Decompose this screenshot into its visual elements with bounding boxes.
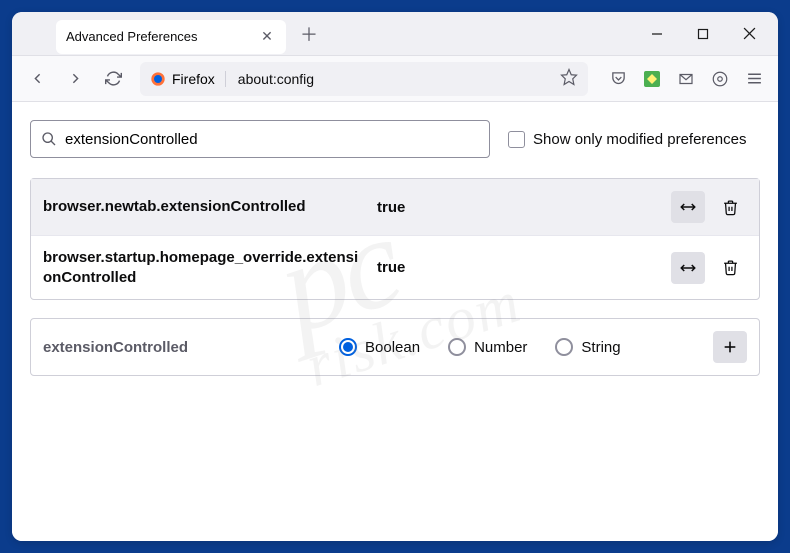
delete-button[interactable]: [713, 191, 747, 223]
add-pref-name: extensionControlled: [43, 339, 323, 356]
toggle-icon: [679, 259, 697, 277]
add-preference-row: extensionControlled Boolean Number Strin…: [30, 318, 760, 376]
browser-window: Advanced Preferences ✕ ＋: [12, 12, 778, 541]
toolbar-icons: [598, 63, 770, 95]
preference-row[interactable]: browser.newtab.extensionControlled true: [31, 179, 759, 235]
radio-icon: [339, 338, 357, 356]
tab-title: Advanced Preferences: [66, 29, 258, 44]
radio-label: Number: [474, 339, 527, 356]
search-icon: [41, 131, 57, 147]
radio-label: String: [581, 339, 620, 356]
reload-button[interactable]: [96, 62, 130, 96]
identity-label: Firefox: [172, 71, 215, 87]
trash-icon: [722, 199, 739, 216]
shield-icon[interactable]: [704, 63, 736, 95]
add-button[interactable]: [713, 331, 747, 363]
mail-icon[interactable]: [670, 63, 702, 95]
search-row: Show only modified preferences: [30, 120, 760, 158]
radio-number[interactable]: Number: [448, 338, 527, 356]
search-box[interactable]: [30, 120, 490, 158]
preference-row[interactable]: browser.startup.homepage_override.extens…: [31, 235, 759, 299]
delete-button[interactable]: [713, 252, 747, 284]
maximize-button[interactable]: [680, 12, 726, 56]
checkbox-label: Show only modified preferences: [533, 131, 746, 148]
firefox-icon: [150, 71, 166, 87]
extension-icon[interactable]: [636, 63, 668, 95]
show-modified-checkbox[interactable]: Show only modified preferences: [508, 131, 746, 148]
titlebar: Advanced Preferences ✕ ＋: [12, 12, 778, 56]
bookmark-star-icon[interactable]: [560, 68, 578, 89]
pref-actions: [671, 191, 747, 223]
pref-name: browser.newtab.extensionControlled: [43, 197, 365, 217]
pref-value: true: [377, 259, 659, 276]
search-input[interactable]: [65, 131, 479, 148]
radio-boolean[interactable]: Boolean: [339, 338, 420, 356]
page-content: Show only modified preferences browser.n…: [12, 102, 778, 541]
radio-string[interactable]: String: [555, 338, 620, 356]
url-bar[interactable]: Firefox about:config: [140, 62, 588, 96]
pref-name: browser.startup.homepage_override.extens…: [43, 248, 365, 287]
type-radio-group: Boolean Number String: [339, 338, 697, 356]
checkbox-icon: [508, 131, 525, 148]
url-address: about:config: [234, 71, 552, 87]
preference-list: browser.newtab.extensionControlled true …: [30, 178, 760, 300]
close-window-button[interactable]: [726, 12, 772, 56]
pocket-icon[interactable]: [602, 63, 634, 95]
toggle-button[interactable]: [671, 191, 705, 223]
radio-label: Boolean: [365, 339, 420, 356]
forward-button[interactable]: [58, 62, 92, 96]
identity-box[interactable]: Firefox: [150, 71, 226, 87]
nav-toolbar: Firefox about:config: [12, 56, 778, 102]
radio-icon: [448, 338, 466, 356]
toggle-icon: [679, 198, 697, 216]
trash-icon: [722, 259, 739, 276]
pref-actions: [671, 252, 747, 284]
menu-button[interactable]: [738, 63, 770, 95]
browser-tab[interactable]: Advanced Preferences ✕: [56, 20, 286, 54]
toggle-button[interactable]: [671, 252, 705, 284]
radio-icon: [555, 338, 573, 356]
back-button[interactable]: [20, 62, 54, 96]
pref-value: true: [377, 199, 659, 216]
close-tab-icon[interactable]: ✕: [258, 28, 276, 46]
window-controls: [634, 12, 778, 56]
minimize-button[interactable]: [634, 12, 680, 56]
plus-icon: [722, 339, 738, 355]
new-tab-button[interactable]: ＋: [294, 19, 324, 49]
